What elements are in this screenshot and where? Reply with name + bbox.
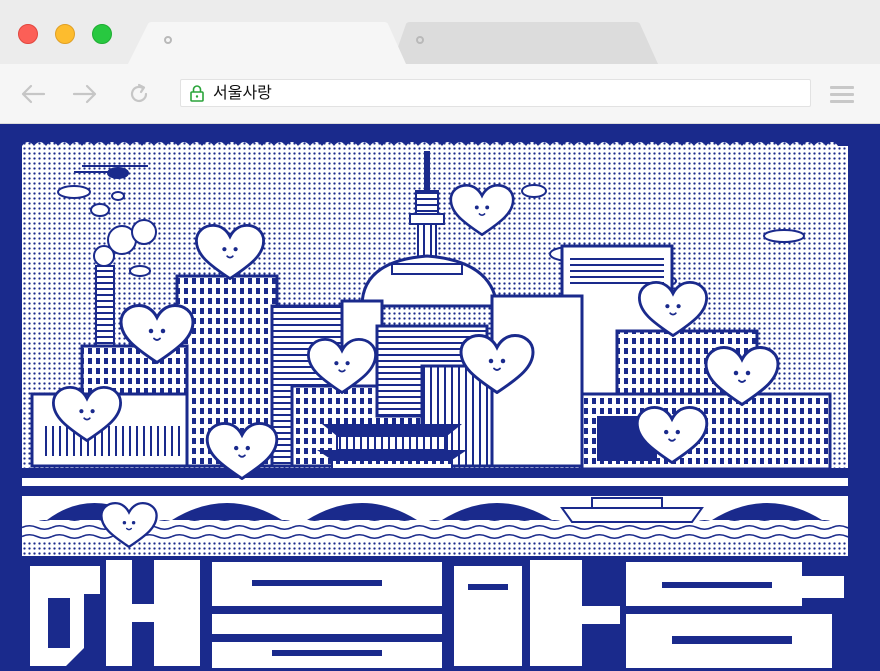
seoul-love-illustration — [22, 142, 848, 671]
minimize-window-button[interactable] — [55, 24, 75, 44]
arrow-right-icon — [72, 84, 97, 104]
tab-favicon-icon — [164, 36, 172, 44]
reload-button[interactable] — [124, 80, 154, 108]
reload-icon — [130, 83, 148, 103]
back-button[interactable] — [18, 80, 48, 108]
tab-active[interactable] — [128, 22, 408, 64]
arrow-left-icon — [21, 84, 46, 104]
browser-window: 서울사랑 — [0, 0, 880, 671]
address-bar[interactable]: 서울사랑 — [180, 79, 811, 107]
title-bar — [0, 0, 880, 64]
tab-inactive[interactable] — [392, 22, 662, 64]
lock-icon — [189, 84, 205, 102]
hamburger-menu-icon[interactable] — [828, 84, 858, 106]
maximize-window-button[interactable] — [92, 24, 112, 44]
tab-favicon-icon — [416, 36, 424, 44]
page-content — [0, 124, 880, 671]
address-text: 서울사랑 — [213, 83, 272, 102]
forward-button[interactable] — [70, 80, 100, 108]
close-window-button[interactable] — [18, 24, 38, 44]
browser-toolbar: 서울사랑 — [0, 64, 880, 124]
